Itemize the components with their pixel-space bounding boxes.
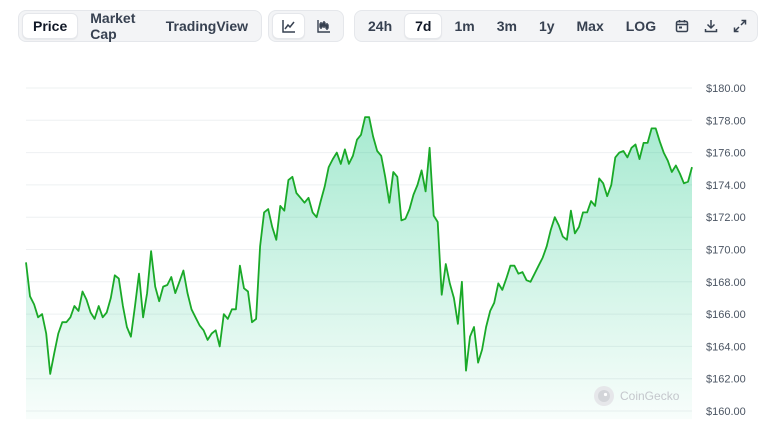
watermark-text: CoinGecko <box>620 389 680 403</box>
y-tick-label: $178.00 <box>706 115 746 127</box>
price-chart-svg: $160.00 $162.00 $164.00 $166.00 $168.00 $170.… <box>25 83 746 420</box>
range-max[interactable]: Max <box>567 13 614 39</box>
y-tick-label: $168.00 <box>706 277 746 289</box>
y-tick-label: $180.00 <box>706 83 746 95</box>
y-tick-label: $160.00 <box>706 406 746 418</box>
tab-market-cap[interactable]: Market Cap <box>80 10 154 42</box>
y-tick-label: $174.00 <box>706 180 746 192</box>
price-chart[interactable]: $160.00 $162.00 $164.00 $166.00 $168.00 $170.… <box>0 60 782 442</box>
download-icon <box>704 20 718 33</box>
y-tick-label: $176.00 <box>706 148 746 160</box>
line-chart-icon <box>281 20 295 33</box>
tab-tradingview[interactable]: TradingView <box>156 13 258 39</box>
range-7d[interactable]: 7d <box>404 13 443 39</box>
candlestick-chart-icon <box>316 20 330 33</box>
chart-type-tabs: Price Market Cap TradingView <box>18 10 262 42</box>
y-tick-label: $164.00 <box>706 341 746 353</box>
y-tick-label: $162.00 <box>706 374 746 386</box>
y-tick-label: $170.00 <box>706 245 746 257</box>
coingecko-logo-icon <box>594 386 614 406</box>
log-scale-toggle[interactable]: LOG <box>616 13 666 39</box>
download-button[interactable] <box>697 13 724 39</box>
range-3m[interactable]: 3m <box>487 13 527 39</box>
range-1m[interactable]: 1m <box>444 13 484 39</box>
chart-view-toggle <box>268 10 344 42</box>
chart-toolbar: Price Market Cap TradingView 24h 7d 1m 3… <box>0 10 782 44</box>
y-tick-label: $172.00 <box>706 212 746 224</box>
calendar-button[interactable] <box>668 13 695 39</box>
tab-price[interactable]: Price <box>22 13 79 39</box>
expand-icon <box>734 19 747 33</box>
fullscreen-button[interactable] <box>727 13 754 39</box>
candlestick-chart-button[interactable] <box>307 13 340 39</box>
range-24h[interactable]: 24h <box>358 13 402 39</box>
time-range-tabs: 24h 7d 1m 3m 1y Max LOG <box>354 10 758 42</box>
y-tick-label: $166.00 <box>706 309 746 321</box>
line-chart-button[interactable] <box>272 13 306 39</box>
calendar-icon <box>675 20 688 33</box>
range-1y[interactable]: 1y <box>529 13 565 39</box>
price-area <box>26 117 692 420</box>
coingecko-watermark: CoinGecko <box>594 386 679 406</box>
